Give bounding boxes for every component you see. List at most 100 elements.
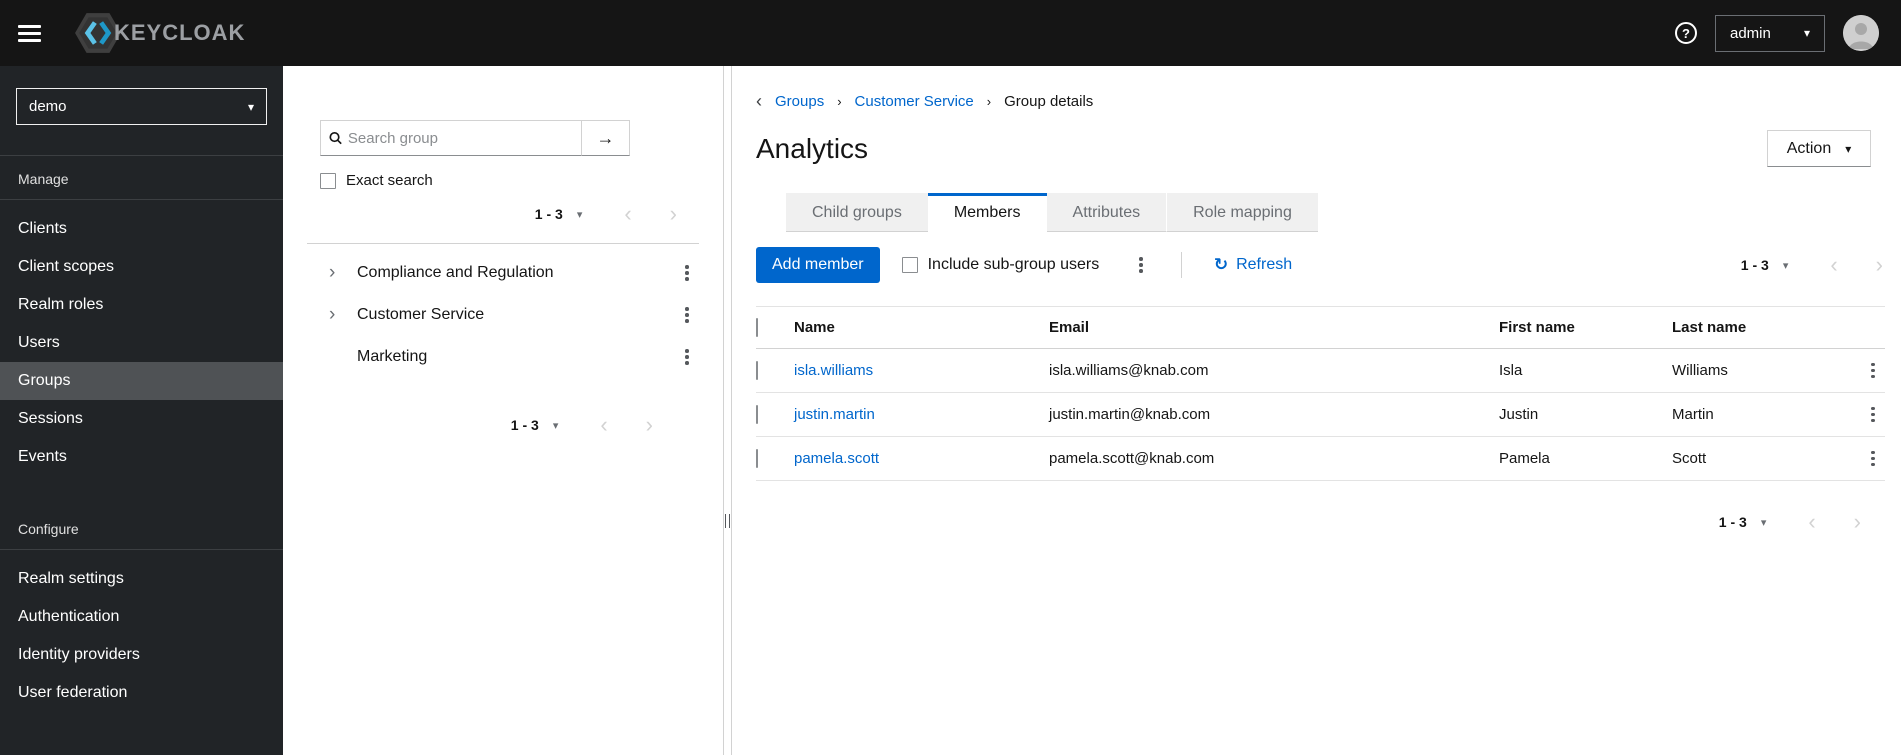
select-all-checkbox[interactable] [756, 318, 758, 337]
column-header-first-name[interactable]: First name [1499, 306, 1672, 349]
avatar-silhouette-icon [1843, 15, 1879, 51]
members-pagination-bottom: 1 - 3 ▾ ‹ › [756, 511, 1861, 533]
member-first-name: Isla [1499, 348, 1672, 393]
sidebar-item-user-federation[interactable]: User federation [0, 674, 283, 712]
tab-role-mapping[interactable]: Role mapping [1166, 193, 1318, 232]
sidebar-item-authentication[interactable]: Authentication [0, 598, 283, 636]
action-label: Action [1786, 139, 1832, 157]
column-header-last-name[interactable]: Last name [1672, 306, 1835, 349]
member-last-name: Scott [1672, 436, 1835, 481]
pagination-next-icon[interactable]: › [1876, 254, 1883, 276]
row-checkbox[interactable] [756, 405, 758, 424]
kebab-menu-icon[interactable] [681, 303, 693, 327]
caret-down-icon[interactable]: ▾ [1783, 259, 1789, 272]
row-kebab-menu-icon[interactable] [1867, 403, 1879, 427]
sidebar-item-client-scopes[interactable]: Client scopes [0, 248, 283, 286]
caret-down-icon[interactable]: ▾ [1761, 516, 1767, 529]
refresh-button[interactable]: ↻ Refresh [1214, 255, 1292, 275]
search-submit-button[interactable]: → [582, 120, 630, 156]
sidebar-item-events[interactable]: Events [0, 438, 283, 476]
row-checkbox[interactable] [756, 361, 758, 380]
realm-selector-area: demo ▾ [0, 66, 283, 156]
pagination-next-icon[interactable]: › [1854, 511, 1861, 533]
realm-name: demo [29, 98, 67, 115]
member-username-link[interactable]: isla.williams [794, 362, 873, 379]
refresh-icon: ↻ [1213, 255, 1229, 274]
sidebar-item-users[interactable]: Users [0, 324, 283, 362]
caret-down-icon[interactable]: ▾ [553, 419, 559, 432]
include-subgroups-checkbox[interactable] [901, 257, 918, 273]
include-subgroups-label: Include sub-group users [927, 256, 1100, 273]
column-header-name[interactable]: Name [794, 306, 1049, 349]
caret-down-icon[interactable]: ▾ [577, 208, 583, 221]
pagination-prev-icon[interactable]: ‹ [1830, 254, 1837, 276]
row-checkbox[interactable] [756, 449, 758, 468]
pagination-prev-icon[interactable]: ‹ [600, 414, 607, 436]
pagination-range: 1 - 3 [510, 417, 539, 433]
toolbar-kebab-menu-icon[interactable] [1135, 253, 1147, 277]
member-last-name: Martin [1672, 392, 1835, 437]
kebab-menu-icon[interactable] [681, 345, 693, 369]
breadcrumb-back-icon[interactable]: ‹ [756, 92, 762, 110]
expand-chevron-icon[interactable]: › [329, 262, 357, 284]
table-row: justin.martin justin.martin@knab.com Jus… [756, 392, 1885, 437]
sidebar-item-identity-providers[interactable]: Identity providers [0, 636, 283, 674]
hamburger-menu-icon[interactable] [18, 21, 46, 45]
row-kebab-menu-icon[interactable] [1867, 359, 1879, 383]
sidebar-item-realm-settings[interactable]: Realm settings [0, 560, 283, 598]
nav-section-title-configure: Configure [0, 506, 283, 550]
sidebar-item-groups[interactable]: Groups [0, 362, 283, 400]
keycloak-logo: KEYCLOAK [74, 12, 245, 54]
member-username-link[interactable]: pamela.scott [794, 450, 879, 467]
pagination-range: 1 - 3 [1740, 257, 1769, 273]
column-header-email[interactable]: Email [1049, 306, 1499, 349]
avatar[interactable] [1843, 15, 1879, 51]
add-member-button[interactable]: Add member [756, 247, 880, 283]
breadcrumb-current: Group details [1004, 92, 1094, 110]
tabs: Child groups Members Attributes Role map… [786, 193, 1885, 232]
pagination-prev-icon[interactable]: ‹ [1808, 511, 1815, 533]
tab-members[interactable]: Members [927, 193, 1047, 232]
pagination-prev-icon[interactable]: ‹ [624, 203, 631, 225]
include-subgroups-row: Include sub-group users [901, 256, 1100, 274]
tab-child-groups[interactable]: Child groups [786, 193, 928, 232]
table-header-row: Name Email First name Last name [756, 306, 1885, 349]
refresh-label: Refresh [1236, 256, 1293, 273]
tree-pagination-top: 1 - 3 ▾ ‹ › [283, 203, 677, 225]
sidebar-item-sessions[interactable]: Sessions [0, 400, 283, 438]
group-search-input[interactable] [347, 129, 573, 147]
arrow-right-icon: → [596, 127, 615, 148]
realm-selector[interactable]: demo ▾ [16, 88, 267, 125]
group-tree-list: › Compliance and Regulation › Customer S… [283, 244, 723, 378]
group-name[interactable]: Customer Service [357, 306, 681, 324]
exact-search-checkbox[interactable] [320, 172, 336, 189]
help-icon[interactable]: ? [1675, 22, 1697, 44]
tree-pagination-bottom: 1 - 3 ▾ ‹ › [283, 414, 653, 436]
username: admin [1730, 24, 1771, 42]
member-first-name: Pamela [1499, 436, 1672, 481]
sidebar-item-clients[interactable]: Clients [0, 210, 283, 248]
panel-resizer-handle[interactable] [723, 66, 732, 755]
pagination-range: 1 - 3 [534, 206, 563, 222]
pagination-next-icon[interactable]: › [670, 203, 677, 225]
pagination-range: 1 - 3 [1718, 514, 1747, 530]
member-email: pamela.scott@knab.com [1049, 436, 1499, 481]
member-username-link[interactable]: justin.martin [794, 406, 875, 423]
breadcrumb-link-groups[interactable]: Groups [775, 93, 824, 110]
action-dropdown-button[interactable]: Action ▾ [1767, 130, 1871, 167]
kebab-menu-icon[interactable] [681, 261, 693, 285]
toolbar-divider [1180, 252, 1182, 278]
group-name[interactable]: Marketing [357, 348, 681, 366]
sidebar-item-realm-roles[interactable]: Realm roles [0, 286, 283, 324]
members-toolbar: Add member Include sub-group users ↻ Ref… [756, 247, 1885, 283]
nav-section-manage: Manage Clients Client scopes Realm roles… [0, 156, 283, 476]
user-menu-dropdown[interactable]: admin ▾ [1715, 14, 1825, 52]
pagination-next-icon[interactable]: › [646, 414, 653, 436]
breadcrumb-link-customer-service[interactable]: Customer Service [855, 93, 974, 110]
breadcrumb: ‹ Groups › Customer Service › Group deta… [756, 92, 1885, 110]
row-kebab-menu-icon[interactable] [1867, 447, 1879, 471]
masthead-left: KEYCLOAK [18, 12, 245, 54]
tab-attributes[interactable]: Attributes [1046, 193, 1167, 232]
group-name[interactable]: Compliance and Regulation [357, 264, 681, 282]
expand-chevron-icon[interactable]: › [329, 304, 357, 326]
